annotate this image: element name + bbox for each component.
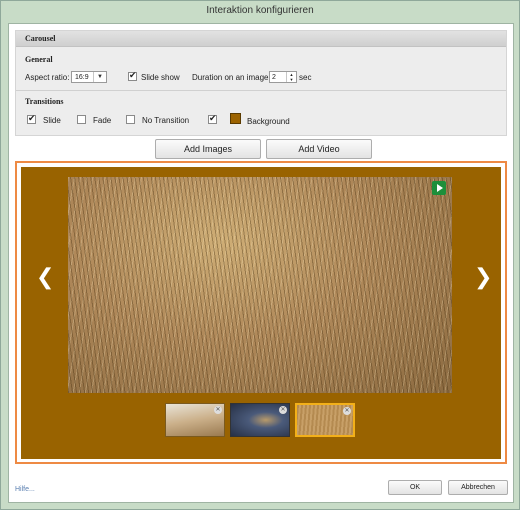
thumbnail-3[interactable]: ✕ [295,403,355,437]
slide-label: Slide [43,116,61,125]
heading-transitions: Transitions [25,97,64,106]
close-icon[interactable]: ✕ [279,406,287,414]
background-checkbox[interactable] [208,113,217,124]
add-images-button[interactable]: Add Images [155,139,261,159]
fade-checkbox[interactable] [77,115,86,124]
close-icon[interactable]: ✕ [343,407,351,415]
duration-label: Duration on an image [192,73,269,82]
close-icon[interactable]: ✕ [214,406,222,414]
slide-checkbox[interactable] [27,113,36,124]
section-title-carousel: Carousel [16,31,506,47]
thumbnail-2[interactable]: ✕ [230,403,290,437]
background-label: Background [247,117,290,126]
dialog-footer: Hilfe... OK Abbrechen [9,472,513,502]
cancel-button[interactable]: Abbrechen [448,480,508,495]
thumbnail-1[interactable]: ✕ [165,403,225,437]
no-transition-label: No Transition [142,116,190,125]
settings-panel: Carousel General Aspect ratio: 16:9 ▼ Sl… [15,30,507,136]
dialog-window: Interaktion konfigurieren Carousel Gener… [0,0,520,510]
heading-general: General [25,55,53,64]
fade-label: Fade [93,116,112,125]
no-transition-checkbox[interactable] [126,115,135,124]
play-icon[interactable] [432,181,446,195]
dialog-client-area: Carousel General Aspect ratio: 16:9 ▼ Sl… [8,23,514,503]
chevron-right-icon[interactable]: ❯ [474,267,492,289]
chevron-left-icon[interactable]: ❮ [36,267,54,289]
aspect-ratio-value: 16:9 [75,74,89,81]
add-video-button[interactable]: Add Video [266,139,372,159]
background-color-swatch[interactable] [230,113,241,124]
duration-value: 2 [272,74,276,81]
carousel-stage: ❮ ❯ ✕ ✕ ✕ [21,167,501,459]
section-divider [16,90,506,91]
help-link[interactable]: Hilfe... [15,486,35,493]
slideshow-label: Slide show [141,73,180,82]
chevron-down-icon[interactable]: ▼ [93,72,106,82]
aspect-ratio-label: Aspect ratio: [25,73,70,82]
stepper-arrows-icon[interactable]: ▲ ▼ [286,72,296,82]
ok-button[interactable]: OK [388,480,442,495]
carousel-preview: ❮ ❯ ✕ ✕ ✕ [15,161,507,464]
duration-unit: sec [299,73,312,82]
slideshow-checkbox[interactable] [128,70,137,81]
aspect-ratio-select[interactable]: 16:9 ▼ [71,71,107,83]
main-slide-image [68,177,452,393]
window-title: Interaktion konfigurieren [206,5,314,16]
duration-stepper[interactable]: 2 ▲ ▼ [269,71,297,83]
